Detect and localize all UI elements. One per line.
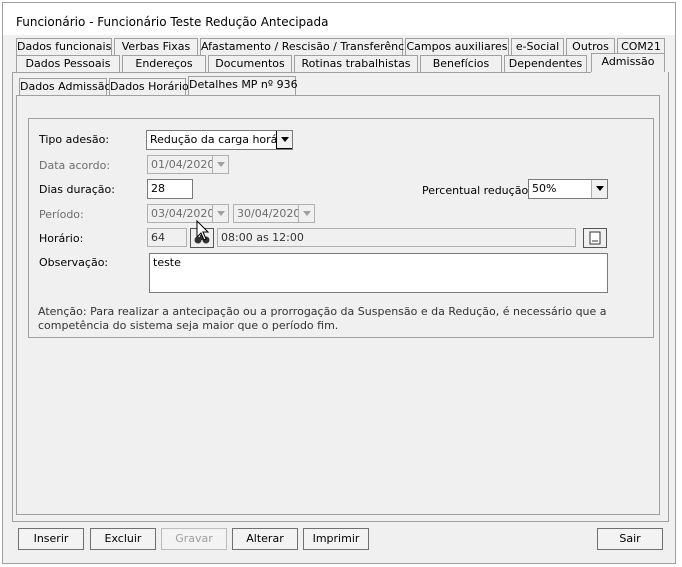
periodo-fim-value: 30/04/2020 [237,207,301,220]
periodo-fim-field[interactable]: 30/04/2020 [233,204,315,223]
atencao-notice: Atenção: Para realizar a antecipação ou … [38,305,607,332]
data-acordo-field[interactable]: 01/04/2020 [147,155,229,174]
tab-enderecos[interactable]: Endereços [122,55,206,72]
tab-esocial[interactable]: e-Social [511,38,564,55]
data-acordo-value: 01/04/2020 [151,158,215,171]
subtab-detalhes-mp936[interactable]: Detalhes MP nº 936 [188,76,298,95]
mouse-cursor-icon [196,220,210,241]
employee-window: Funcionário - Funcionário Teste Redução … [2,2,676,564]
data-acordo-label: Data acordo: [39,159,111,172]
periodo-inicio-field[interactable]: 03/04/2020 [147,204,229,223]
observacao-label: Observação: [39,256,109,269]
tipo-adesao-select[interactable]: Redução da carga horária [146,130,293,150]
tab-beneficios[interactable]: Benefícios [420,55,502,72]
tab-dados-funcionais[interactable]: Dados funcionais [16,38,112,55]
percentual-reducao-select[interactable]: 50% [528,179,608,199]
horario-label: Horário: [39,232,84,245]
tab-documentos[interactable]: Documentos [208,55,292,72]
tipo-adesao-value: Redução da carga horária [150,133,292,146]
excluir-button[interactable]: Excluir [90,528,156,550]
chevron-down-icon[interactable] [276,131,292,149]
tab-dados-pessoais[interactable]: Dados Pessoais [16,55,120,72]
gravar-button[interactable]: Gravar [161,528,227,550]
periodo-label: Período: [39,208,84,221]
periodo-inicio-value: 03/04/2020 [151,207,215,220]
tab-afastamento[interactable]: Afastamento / Rescisão / Transferência [200,38,414,55]
chevron-down-icon[interactable] [298,205,314,222]
tab-admissao[interactable]: Admissão [591,53,665,72]
document-icon [589,231,601,245]
tipo-adesao-label: Tipo adesão: [39,133,110,146]
chevron-down-icon[interactable] [212,156,228,173]
chevron-down-icon[interactable] [591,180,607,198]
horario-detail-button[interactable] [583,228,607,248]
percentual-reducao-value: 50% [532,182,557,195]
tab-panel-border [12,72,591,73]
subtab-dados-horario[interactable]: Dados Horário [109,78,189,95]
imprimir-button[interactable]: Imprimir [303,528,369,550]
observacao-textarea[interactable]: teste [149,253,608,293]
alterar-button[interactable]: Alterar [232,528,298,550]
window-title: Funcionário - Funcionário Teste Redução … [16,15,329,29]
tab-verbas-fixas[interactable]: Verbas Fixas [114,38,198,55]
horario-descricao-field[interactable]: 08:00 as 12:00 [217,228,576,247]
tab-dependentes[interactable]: Dependentes [504,55,587,72]
dias-duracao-label: Dias duração: [39,183,115,196]
sair-button[interactable]: Sair [597,528,663,550]
title-bar: Funcionário - Funcionário Teste Redução … [3,3,675,35]
subtab-dados-admissao[interactable]: Dados Admissão [19,78,111,95]
subtab-panel-border [16,95,659,96]
chevron-down-icon[interactable] [212,205,228,222]
percentual-reducao-label: Percentual redução: [422,184,532,197]
inserir-button[interactable]: Inserir [18,528,84,550]
dias-duracao-input[interactable]: 28 [147,179,193,199]
tab-rotinas-trabalhistas[interactable]: Rotinas trabalhistas [294,55,418,72]
tab-campos-auxiliares[interactable]: Campos auxiliares [405,38,509,55]
horario-codigo-input[interactable]: 64 [147,228,187,247]
